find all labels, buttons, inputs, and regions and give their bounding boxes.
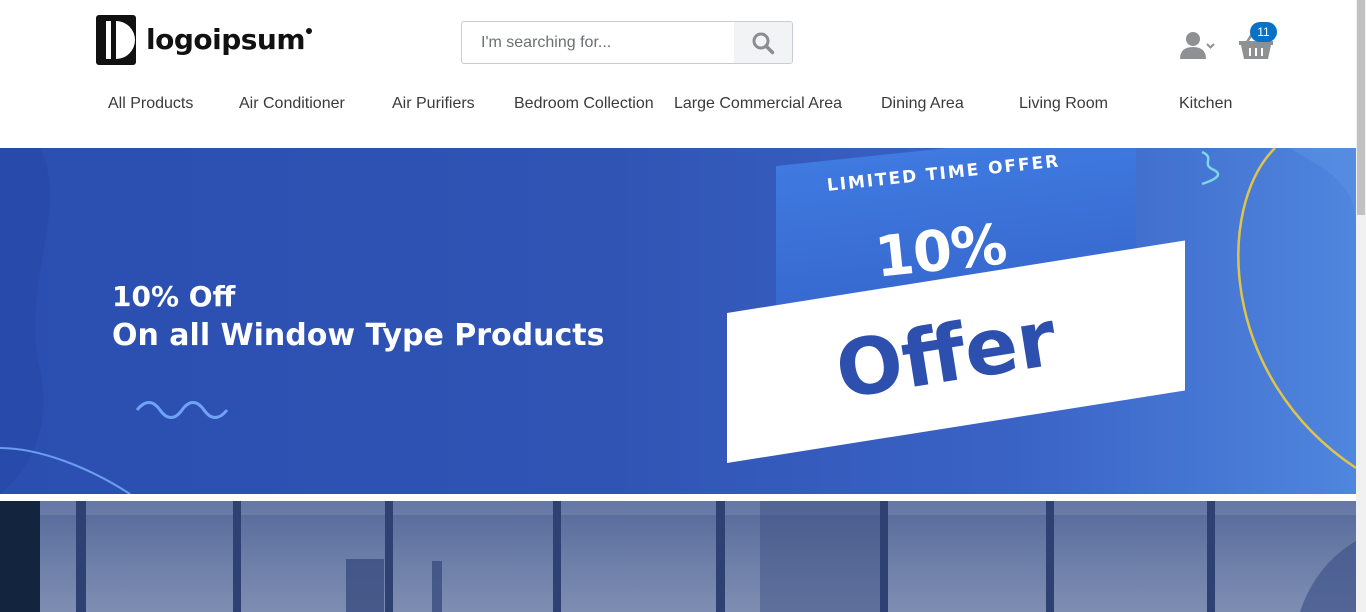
category-nav: All Products Air Conditioner Air Purifie…	[0, 92, 1356, 118]
window-frame-graphic	[40, 501, 1356, 612]
cart-count-badge: 11	[1250, 22, 1277, 42]
promo-banner[interactable]: 10% Off On all Window Type Products LIMI…	[0, 148, 1356, 494]
site-header: logoipsum 11 All Products	[0, 0, 1356, 148]
nav-item-dining-area[interactable]: Dining Area	[881, 92, 964, 116]
cart-button[interactable]: 11	[1238, 22, 1278, 62]
logo-mark-icon	[96, 15, 136, 65]
nav-item-air-purifiers[interactable]: Air Purifiers	[392, 92, 475, 116]
nav-item-all-products[interactable]: All Products	[108, 92, 193, 116]
secondary-banner[interactable]	[0, 501, 1356, 612]
user-menu-button[interactable]	[1180, 31, 1218, 61]
nav-item-air-conditioner[interactable]: Air Conditioner	[239, 92, 345, 116]
banner2-side	[0, 501, 40, 612]
office-window-image	[40, 501, 1356, 612]
search-button[interactable]	[734, 22, 792, 63]
logo-text: logoipsum	[146, 26, 313, 54]
nav-item-living-room[interactable]: Living Room	[1019, 92, 1108, 116]
nav-item-kitchen[interactable]: Kitchen	[1179, 92, 1232, 116]
logo[interactable]: logoipsum	[96, 14, 313, 66]
scrollbar-thumb[interactable]	[1357, 0, 1365, 215]
search-bar	[461, 21, 793, 64]
search-icon	[752, 32, 775, 54]
banner-headline: 10% Off	[112, 280, 236, 313]
nav-item-bedroom-collection[interactable]: Bedroom Collection	[514, 92, 654, 116]
user-icon	[1180, 32, 1215, 59]
search-input[interactable]	[462, 22, 734, 63]
page-scrollbar[interactable]	[1356, 0, 1366, 612]
nav-item-large-commercial-area[interactable]: Large Commercial Area	[674, 92, 842, 116]
banner-subheadline: On all Window Type Products	[112, 318, 605, 353]
chevron-down-icon	[1206, 43, 1215, 49]
